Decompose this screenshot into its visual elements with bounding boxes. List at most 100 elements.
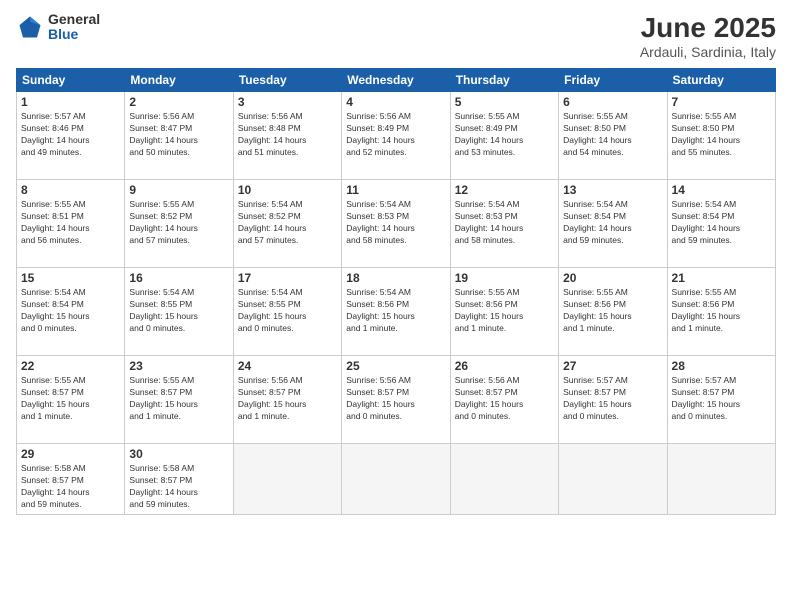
day-cell: 25 Sunrise: 5:56 AM Sunset: 8:57 PM Dayli…: [342, 356, 450, 444]
day-cell: 24 Sunrise: 5:56 AM Sunset: 8:57 PM Dayli…: [233, 356, 341, 444]
day-cell: 30Sunrise: 5:58 AM Sunset: 8:57 PM Dayli…: [125, 444, 233, 515]
title-area: June 2025 Ardauli, Sardinia, Italy: [640, 12, 776, 60]
day-info: Sunrise: 5:54 AM Sunset: 8:55 PM Dayligh…: [238, 287, 337, 335]
day-cell: 21 Sunrise: 5:55 AM Sunset: 8:56 PM Dayli…: [667, 268, 775, 356]
day-number: 12: [455, 183, 554, 197]
header-tuesday: Tuesday: [233, 69, 341, 92]
day-info: Sunrise: 5:56 AM Sunset: 8:57 PM Dayligh…: [455, 375, 554, 423]
day-cell: 19 Sunrise: 5:55 AM Sunset: 8:56 PM Dayli…: [450, 268, 558, 356]
day-cell: 26 Sunrise: 5:56 AM Sunset: 8:57 PM Dayli…: [450, 356, 558, 444]
calendar-table: Sunday Monday Tuesday Wednesday Thursday…: [16, 68, 776, 515]
day-info: Sunrise: 5:57 AM Sunset: 8:57 PM Dayligh…: [563, 375, 662, 423]
day-number: 24: [238, 359, 337, 373]
day-number: 5: [455, 95, 554, 109]
day-number: 27: [563, 359, 662, 373]
day-number: 30: [129, 447, 228, 461]
day-cell: 13Sunrise: 5:54 AM Sunset: 8:54 PM Dayli…: [559, 180, 667, 268]
day-cell: [233, 444, 341, 515]
day-info: Sunrise: 5:55 AM Sunset: 8:49 PM Dayligh…: [455, 111, 554, 159]
day-number: 8: [21, 183, 120, 197]
day-info: Sunrise: 5:55 AM Sunset: 8:50 PM Dayligh…: [563, 111, 662, 159]
day-info: Sunrise: 5:55 AM Sunset: 8:57 PM Dayligh…: [21, 375, 120, 423]
day-info: Sunrise: 5:56 AM Sunset: 8:48 PM Dayligh…: [238, 111, 337, 159]
day-cell: 6 Sunrise: 5:55 AM Sunset: 8:50 PM Daylig…: [559, 92, 667, 180]
day-number: 21: [672, 271, 771, 285]
day-info: Sunrise: 5:55 AM Sunset: 8:56 PM Dayligh…: [672, 287, 771, 335]
day-number: 16: [129, 271, 228, 285]
day-number: 26: [455, 359, 554, 373]
calendar-page: General Blue June 2025 Ardauli, Sardinia…: [0, 0, 792, 612]
day-info: Sunrise: 5:54 AM Sunset: 8:53 PM Dayligh…: [346, 199, 445, 247]
day-cell: [667, 444, 775, 515]
day-number: 23: [129, 359, 228, 373]
logo-blue-text: Blue: [48, 27, 100, 42]
day-info: Sunrise: 5:54 AM Sunset: 8:54 PM Dayligh…: [21, 287, 120, 335]
header-wednesday: Wednesday: [342, 69, 450, 92]
day-number: 9: [129, 183, 228, 197]
day-cell: 23 Sunrise: 5:55 AM Sunset: 8:57 PM Dayli…: [125, 356, 233, 444]
day-info: Sunrise: 5:55 AM Sunset: 8:56 PM Dayligh…: [455, 287, 554, 335]
day-cell: 4Sunrise: 5:56 AM Sunset: 8:49 PM Daylig…: [342, 92, 450, 180]
logo-text: General Blue: [48, 12, 100, 43]
logo: General Blue: [16, 12, 100, 43]
day-info: Sunrise: 5:56 AM Sunset: 8:57 PM Dayligh…: [346, 375, 445, 423]
header-thursday: Thursday: [450, 69, 558, 92]
day-number: 19: [455, 271, 554, 285]
day-cell: 10Sunrise: 5:54 AM Sunset: 8:52 PM Dayli…: [233, 180, 341, 268]
day-info: Sunrise: 5:55 AM Sunset: 8:57 PM Dayligh…: [129, 375, 228, 423]
day-number: 3: [238, 95, 337, 109]
day-info: Sunrise: 5:54 AM Sunset: 8:55 PM Dayligh…: [129, 287, 228, 335]
day-info: Sunrise: 5:54 AM Sunset: 8:53 PM Dayligh…: [455, 199, 554, 247]
day-info: Sunrise: 5:55 AM Sunset: 8:51 PM Dayligh…: [21, 199, 120, 247]
day-info: Sunrise: 5:55 AM Sunset: 8:52 PM Dayligh…: [129, 199, 228, 247]
day-cell: 28 Sunrise: 5:57 AM Sunset: 8:57 PM Dayli…: [667, 356, 775, 444]
day-number: 25: [346, 359, 445, 373]
day-number: 1: [21, 95, 120, 109]
day-cell: 12 Sunrise: 5:54 AM Sunset: 8:53 PM Dayli…: [450, 180, 558, 268]
day-info: Sunrise: 5:56 AM Sunset: 8:57 PM Dayligh…: [238, 375, 337, 423]
calendar-subtitle: Ardauli, Sardinia, Italy: [640, 44, 776, 60]
day-cell: 9 Sunrise: 5:55 AM Sunset: 8:52 PM Daylig…: [125, 180, 233, 268]
day-number: 14: [672, 183, 771, 197]
day-info: Sunrise: 5:57 AM Sunset: 8:46 PM Dayligh…: [21, 111, 120, 159]
day-number: 4: [346, 95, 445, 109]
day-number: 6: [563, 95, 662, 109]
header-friday: Friday: [559, 69, 667, 92]
header-monday: Monday: [125, 69, 233, 92]
day-cell: 20Sunrise: 5:55 AM Sunset: 8:56 PM Dayli…: [559, 268, 667, 356]
calendar-body: 1 Sunrise: 5:57 AM Sunset: 8:46 PM Daylig…: [17, 92, 776, 515]
logo-general-text: General: [48, 12, 100, 27]
day-cell: 29 Sunrise: 5:58 AM Sunset: 8:57 PM Dayli…: [17, 444, 125, 515]
day-cell: 15 Sunrise: 5:54 AM Sunset: 8:54 PM Dayli…: [17, 268, 125, 356]
day-number: 13: [563, 183, 662, 197]
day-cell: 3 Sunrise: 5:56 AM Sunset: 8:48 PM Daylig…: [233, 92, 341, 180]
day-info: Sunrise: 5:54 AM Sunset: 8:54 PM Dayligh…: [672, 199, 771, 247]
day-cell: 14 Sunrise: 5:54 AM Sunset: 8:54 PM Dayli…: [667, 180, 775, 268]
day-number: 7: [672, 95, 771, 109]
day-info: Sunrise: 5:54 AM Sunset: 8:52 PM Dayligh…: [238, 199, 337, 247]
day-info: Sunrise: 5:54 AM Sunset: 8:56 PM Dayligh…: [346, 287, 445, 335]
header-sunday: Sunday: [17, 69, 125, 92]
header: General Blue June 2025 Ardauli, Sardinia…: [16, 12, 776, 60]
calendar-title: June 2025: [640, 12, 776, 44]
day-cell: 11Sunrise: 5:54 AM Sunset: 8:53 PM Dayli…: [342, 180, 450, 268]
day-info: Sunrise: 5:55 AM Sunset: 8:56 PM Dayligh…: [563, 287, 662, 335]
header-saturday: Saturday: [667, 69, 775, 92]
day-info: Sunrise: 5:55 AM Sunset: 8:50 PM Dayligh…: [672, 111, 771, 159]
day-cell: 8 Sunrise: 5:55 AM Sunset: 8:51 PM Daylig…: [17, 180, 125, 268]
day-cell: [342, 444, 450, 515]
day-cell: 16 Sunrise: 5:54 AM Sunset: 8:55 PM Dayli…: [125, 268, 233, 356]
day-cell: [450, 444, 558, 515]
day-number: 28: [672, 359, 771, 373]
day-cell: 2Sunrise: 5:56 AM Sunset: 8:47 PM Daylig…: [125, 92, 233, 180]
day-cell: 5 Sunrise: 5:55 AM Sunset: 8:49 PM Daylig…: [450, 92, 558, 180]
day-info: Sunrise: 5:58 AM Sunset: 8:57 PM Dayligh…: [21, 463, 120, 511]
day-info: Sunrise: 5:57 AM Sunset: 8:57 PM Dayligh…: [672, 375, 771, 423]
day-number: 18: [346, 271, 445, 285]
day-number: 29: [21, 447, 120, 461]
day-cell: 22Sunrise: 5:55 AM Sunset: 8:57 PM Dayli…: [17, 356, 125, 444]
day-number: 17: [238, 271, 337, 285]
day-cell: 17 Sunrise: 5:54 AM Sunset: 8:55 PM Dayli…: [233, 268, 341, 356]
day-cell: 7 Sunrise: 5:55 AM Sunset: 8:50 PM Daylig…: [667, 92, 775, 180]
day-number: 15: [21, 271, 120, 285]
